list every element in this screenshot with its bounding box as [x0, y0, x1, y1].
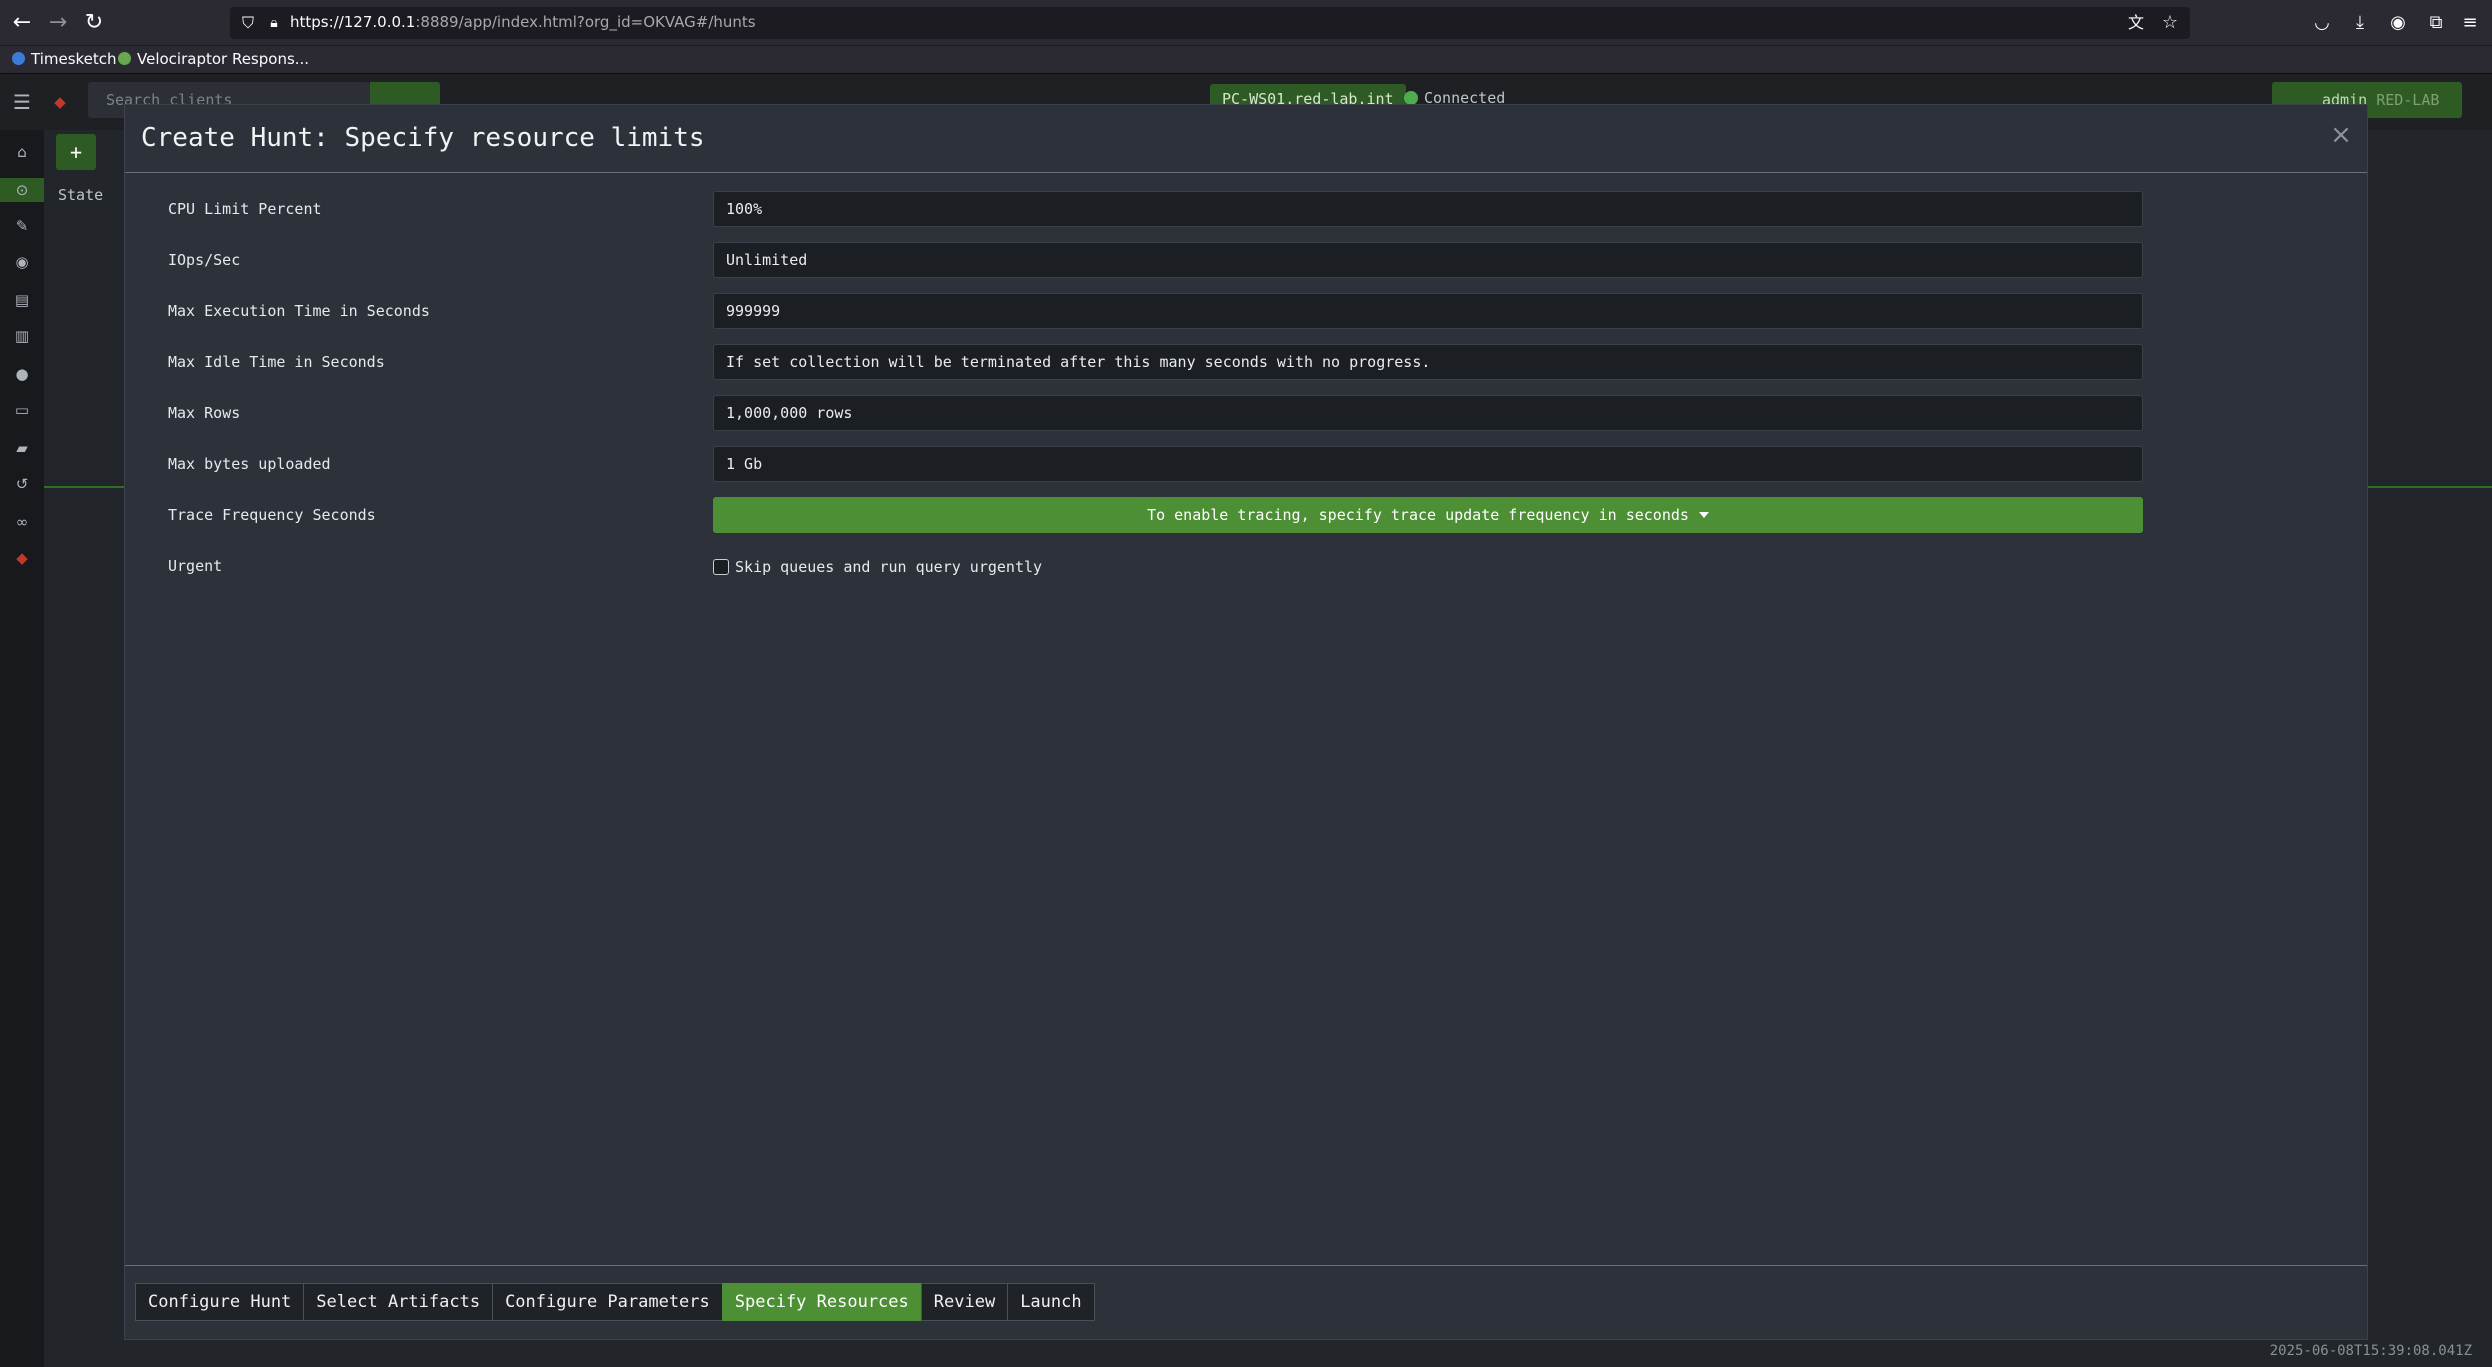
step-review[interactable]: Review — [920, 1283, 1009, 1321]
footer-timestamp: 2025-06-08T15:39:08.041Z — [2269, 1343, 2472, 1359]
trace-row: Trace Frequency Seconds To enable tracin… — [125, 497, 2367, 533]
user-icon[interactable]: ● — [10, 362, 34, 386]
trace-button-label: To enable tracing, specify trace update … — [1147, 506, 1689, 524]
iops-row: IOps/Sec Unlimited — [125, 242, 2367, 278]
urgent-checkbox[interactable] — [713, 559, 729, 575]
max-idle-label: Max Idle Time in Seconds — [168, 353, 385, 371]
max-exec-label: Max Execution Time in Seconds — [168, 302, 430, 320]
status-dot-icon — [1404, 91, 1418, 105]
max-rows-label: Max Rows — [168, 404, 241, 422]
bookmark-label: Velociraptor Respons... — [137, 50, 310, 68]
max-idle-row: Max Idle Time in Seconds If set collecti… — [125, 344, 2367, 380]
url-path: :8889/app/index.html?org_id=OKVAG#/hunts — [415, 13, 756, 31]
eye-icon[interactable]: ◉ — [10, 250, 34, 274]
urgent-row: Urgent Skip queues and run query urgentl… — [125, 548, 2367, 584]
timesketch-icon — [12, 52, 25, 65]
hunt-icon[interactable]: ⊙ — [0, 178, 44, 202]
wrench-icon[interactable]: ✎ — [10, 214, 34, 238]
trace-frequency-dropdown-button[interactable]: To enable tracing, specify trace update … — [713, 497, 2143, 533]
url-bar[interactable]: ⛉ 🔒︎ https://127.0.0.1:8889/app/index.ht… — [230, 7, 2190, 39]
iops-label: IOps/Sec — [168, 251, 241, 269]
menu-icon[interactable]: ≡ — [2456, 9, 2484, 37]
bookmarks-bar: Timesketch Velociraptor Respons... — [0, 46, 2492, 74]
url-host: https://127.0.0.1 — [290, 13, 416, 31]
max-exec-input[interactable]: 999999 — [713, 293, 2143, 329]
max-exec-row: Max Execution Time in Seconds 999999 — [125, 293, 2367, 329]
pocket-icon[interactable]: ◡ — [2308, 9, 2336, 37]
create-hunt-modal: Create Hunt: Specify resource limits × C… — [124, 104, 2368, 1340]
step-select-artifacts[interactable]: Select Artifacts — [303, 1283, 494, 1321]
step-configure-hunt[interactable]: Configure Hunt — [135, 1283, 305, 1321]
table-header-state: State — [58, 186, 104, 204]
max-rows-input[interactable]: 1,000,000 rows — [713, 395, 2143, 431]
lock-icon[interactable]: 🔒︎ — [260, 9, 288, 37]
forward-arrow-icon[interactable]: → — [44, 9, 72, 37]
urgent-checkbox-wrap: Skip queues and run query urgently — [713, 557, 1042, 576]
sidebar: ⌂ ⊙ ✎ ◉ ▤ ▥ ● ▭ ▰ ↺ ∞ ◆ — [0, 130, 44, 1367]
max-bytes-row: Max bytes uploaded 1 Gb — [125, 446, 2367, 482]
max-rows-row: Max Rows 1,000,000 rows — [125, 395, 2367, 431]
velociraptor-logo-icon: ◆ — [54, 93, 66, 111]
modal-title: Create Hunt: Specify resource limits — [141, 123, 705, 153]
cpu-limit-label: CPU Limit Percent — [168, 200, 322, 218]
wizard-steps: Configure Hunt Select Artifacts Configur… — [135, 1283, 1095, 1321]
home-icon[interactable]: ⌂ — [10, 140, 34, 164]
reload-icon[interactable]: ↻ — [80, 9, 108, 37]
laptop-icon[interactable]: ▭ — [10, 398, 34, 422]
modal-footer: Configure Hunt Select Artifacts Configur… — [125, 1265, 2367, 1341]
url-text: https://127.0.0.1:8889/app/index.html?or… — [290, 13, 756, 31]
trace-label: Trace Frequency Seconds — [168, 506, 376, 524]
history-icon[interactable]: ↺ — [10, 472, 34, 496]
bookmark-velociraptor[interactable]: Velociraptor Respons... — [118, 50, 309, 68]
server-icon[interactable]: ▤ — [10, 288, 34, 312]
folder-icon[interactable]: ▰ — [10, 436, 34, 460]
extensions-icon[interactable]: ⧉ — [2422, 9, 2450, 37]
book-icon[interactable]: ▥ — [10, 324, 34, 348]
download-icon[interactable]: ⤓ — [2346, 9, 2374, 37]
step-specify-resources[interactable]: Specify Resources — [721, 1283, 922, 1321]
max-bytes-label: Max bytes uploaded — [168, 455, 331, 473]
bookmark-label: Timesketch — [31, 50, 117, 68]
bookmark-timesketch[interactable]: Timesketch — [12, 50, 117, 68]
step-launch[interactable]: Launch — [1007, 1283, 1095, 1321]
modal-header: Create Hunt: Specify resource limits × — [125, 105, 2367, 173]
max-idle-input[interactable]: If set collection will be terminated aft… — [713, 344, 2143, 380]
step-configure-parameters[interactable]: Configure Parameters — [492, 1283, 723, 1321]
back-arrow-icon[interactable]: ← — [8, 9, 36, 37]
max-bytes-input[interactable]: 1 Gb — [713, 446, 2143, 482]
caret-down-icon — [1698, 512, 1709, 518]
urgent-label: Urgent — [168, 557, 223, 575]
new-hunt-button[interactable]: + — [56, 134, 96, 170]
close-icon[interactable]: × — [2327, 121, 2355, 149]
bookmark-star-icon[interactable]: ☆ — [2156, 9, 2184, 37]
cpu-limit-input[interactable]: 100% — [713, 191, 2143, 227]
account-icon[interactable]: ◉ — [2384, 9, 2412, 37]
translate-icon[interactable]: 文 — [2122, 9, 2150, 37]
velociraptor-small-icon[interactable]: ◆ — [10, 546, 34, 570]
velociraptor-icon — [118, 52, 131, 65]
hamburger-icon[interactable]: ☰ — [10, 90, 34, 114]
urgent-checkbox-label[interactable]: Skip queues and run query urgently — [735, 558, 1042, 576]
shield-icon[interactable]: ⛉ — [234, 9, 262, 37]
org-name: RED-LAB — [2376, 91, 2440, 109]
binoculars-icon[interactable]: ∞ — [10, 510, 34, 534]
cpu-limit-row: CPU Limit Percent 100% — [125, 191, 2367, 227]
iops-input[interactable]: Unlimited — [713, 242, 2143, 278]
browser-toolbar: ← → ↻ ⛉ 🔒︎ https://127.0.0.1:8889/app/in… — [0, 0, 2492, 46]
